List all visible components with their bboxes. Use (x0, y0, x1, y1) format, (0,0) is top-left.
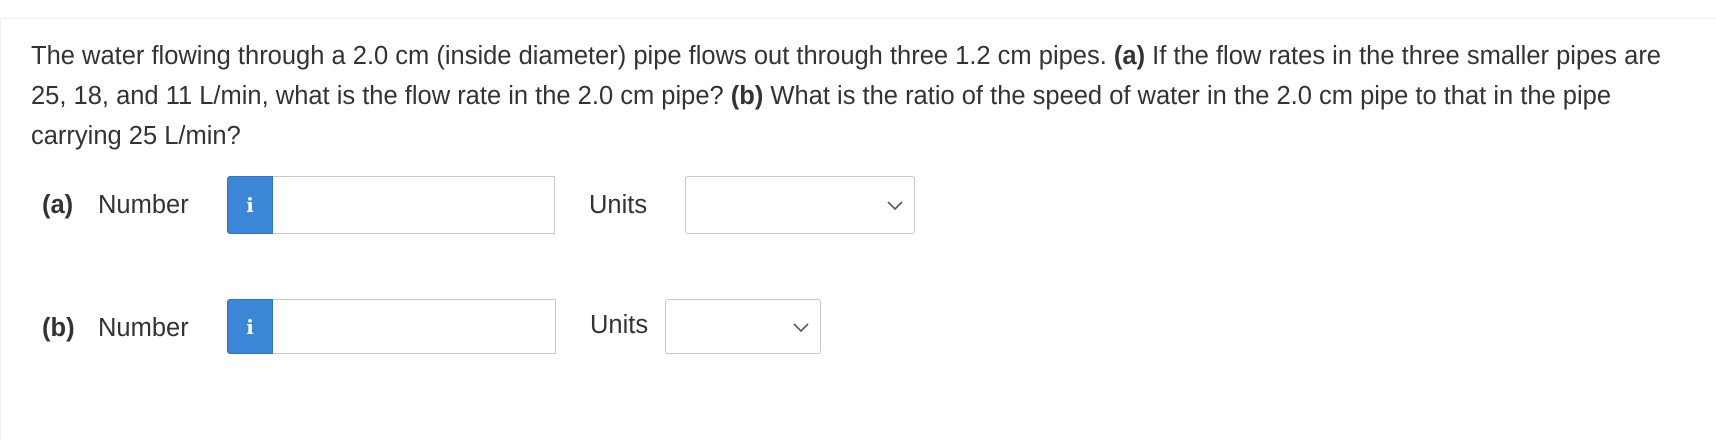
part-a-number-label: Number (98, 191, 189, 219)
part-a-info-button[interactable]: i (227, 176, 273, 234)
part-b-number-label: Number (98, 314, 189, 342)
top-divider (0, 18, 1716, 19)
info-icon: i (246, 193, 254, 217)
question-text-part-1: The water flowing through a 2.0 cm (insi… (31, 42, 1114, 70)
part-b-info-button[interactable]: i (227, 299, 273, 354)
chevron-down-icon (793, 322, 809, 332)
part-a-units-select[interactable] (685, 176, 915, 234)
question-page: The water flowing through a 2.0 cm (insi… (0, 0, 1716, 440)
info-icon: i (246, 314, 254, 339)
part-b-number-input[interactable] (273, 299, 556, 354)
part-b-label: (b) (42, 314, 75, 342)
part-a-number-input[interactable] (273, 176, 555, 234)
left-divider (0, 18, 1, 440)
part-a-marker: (a) (1113, 42, 1146, 70)
question-text: The water flowing through a 2.0 cm (insi… (31, 36, 1691, 156)
part-a-label: (a) (42, 191, 74, 219)
part-b-units-label: Units (590, 311, 649, 339)
part-b-marker: (b) (730, 82, 764, 110)
part-a-units-label: Units (589, 191, 648, 219)
part-b-units-select[interactable] (665, 299, 821, 354)
chevron-down-icon (887, 201, 903, 211)
